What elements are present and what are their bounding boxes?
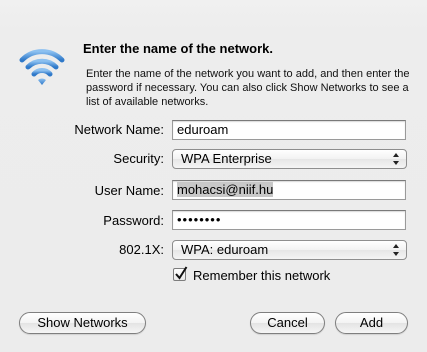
- user-name-field[interactable]: mohacsi@niif.hu: [172, 180, 406, 200]
- add-button[interactable]: Add: [335, 312, 408, 334]
- security-label: Security:: [113, 151, 164, 166]
- show-networks-button[interactable]: Show Networks: [19, 312, 146, 334]
- password-label: Password:: [103, 213, 164, 228]
- wifi-signal-icon: [18, 44, 66, 88]
- dot1x-selected-value: WPA: eduroam: [181, 242, 269, 257]
- dialog-description: Enter the name of the network you want t…: [86, 68, 410, 108]
- up-down-arrows-icon: [393, 153, 399, 165]
- network-name-label: Network Name:: [74, 122, 164, 137]
- dot1x-popup[interactable]: WPA: eduroam: [172, 240, 407, 260]
- dot1x-label: 802.1X:: [119, 242, 164, 257]
- network-name-field[interactable]: eduroam: [172, 120, 406, 140]
- remember-network-label[interactable]: Remember this network: [193, 268, 330, 283]
- security-popup[interactable]: WPA Enterprise: [172, 149, 407, 169]
- password-field[interactable]: ••••••••: [172, 210, 406, 230]
- user-name-label: User Name:: [94, 183, 164, 198]
- dialog-title: Enter the name of the network.: [83, 41, 273, 56]
- remember-network-checkbox[interactable]: [173, 266, 188, 281]
- checkmark-icon: [175, 266, 188, 280]
- up-down-arrows-icon: [393, 244, 399, 256]
- security-selected-value: WPA Enterprise: [181, 151, 272, 166]
- cancel-button[interactable]: Cancel: [250, 312, 325, 334]
- user-name-value: mohacsi@niif.hu: [177, 182, 274, 197]
